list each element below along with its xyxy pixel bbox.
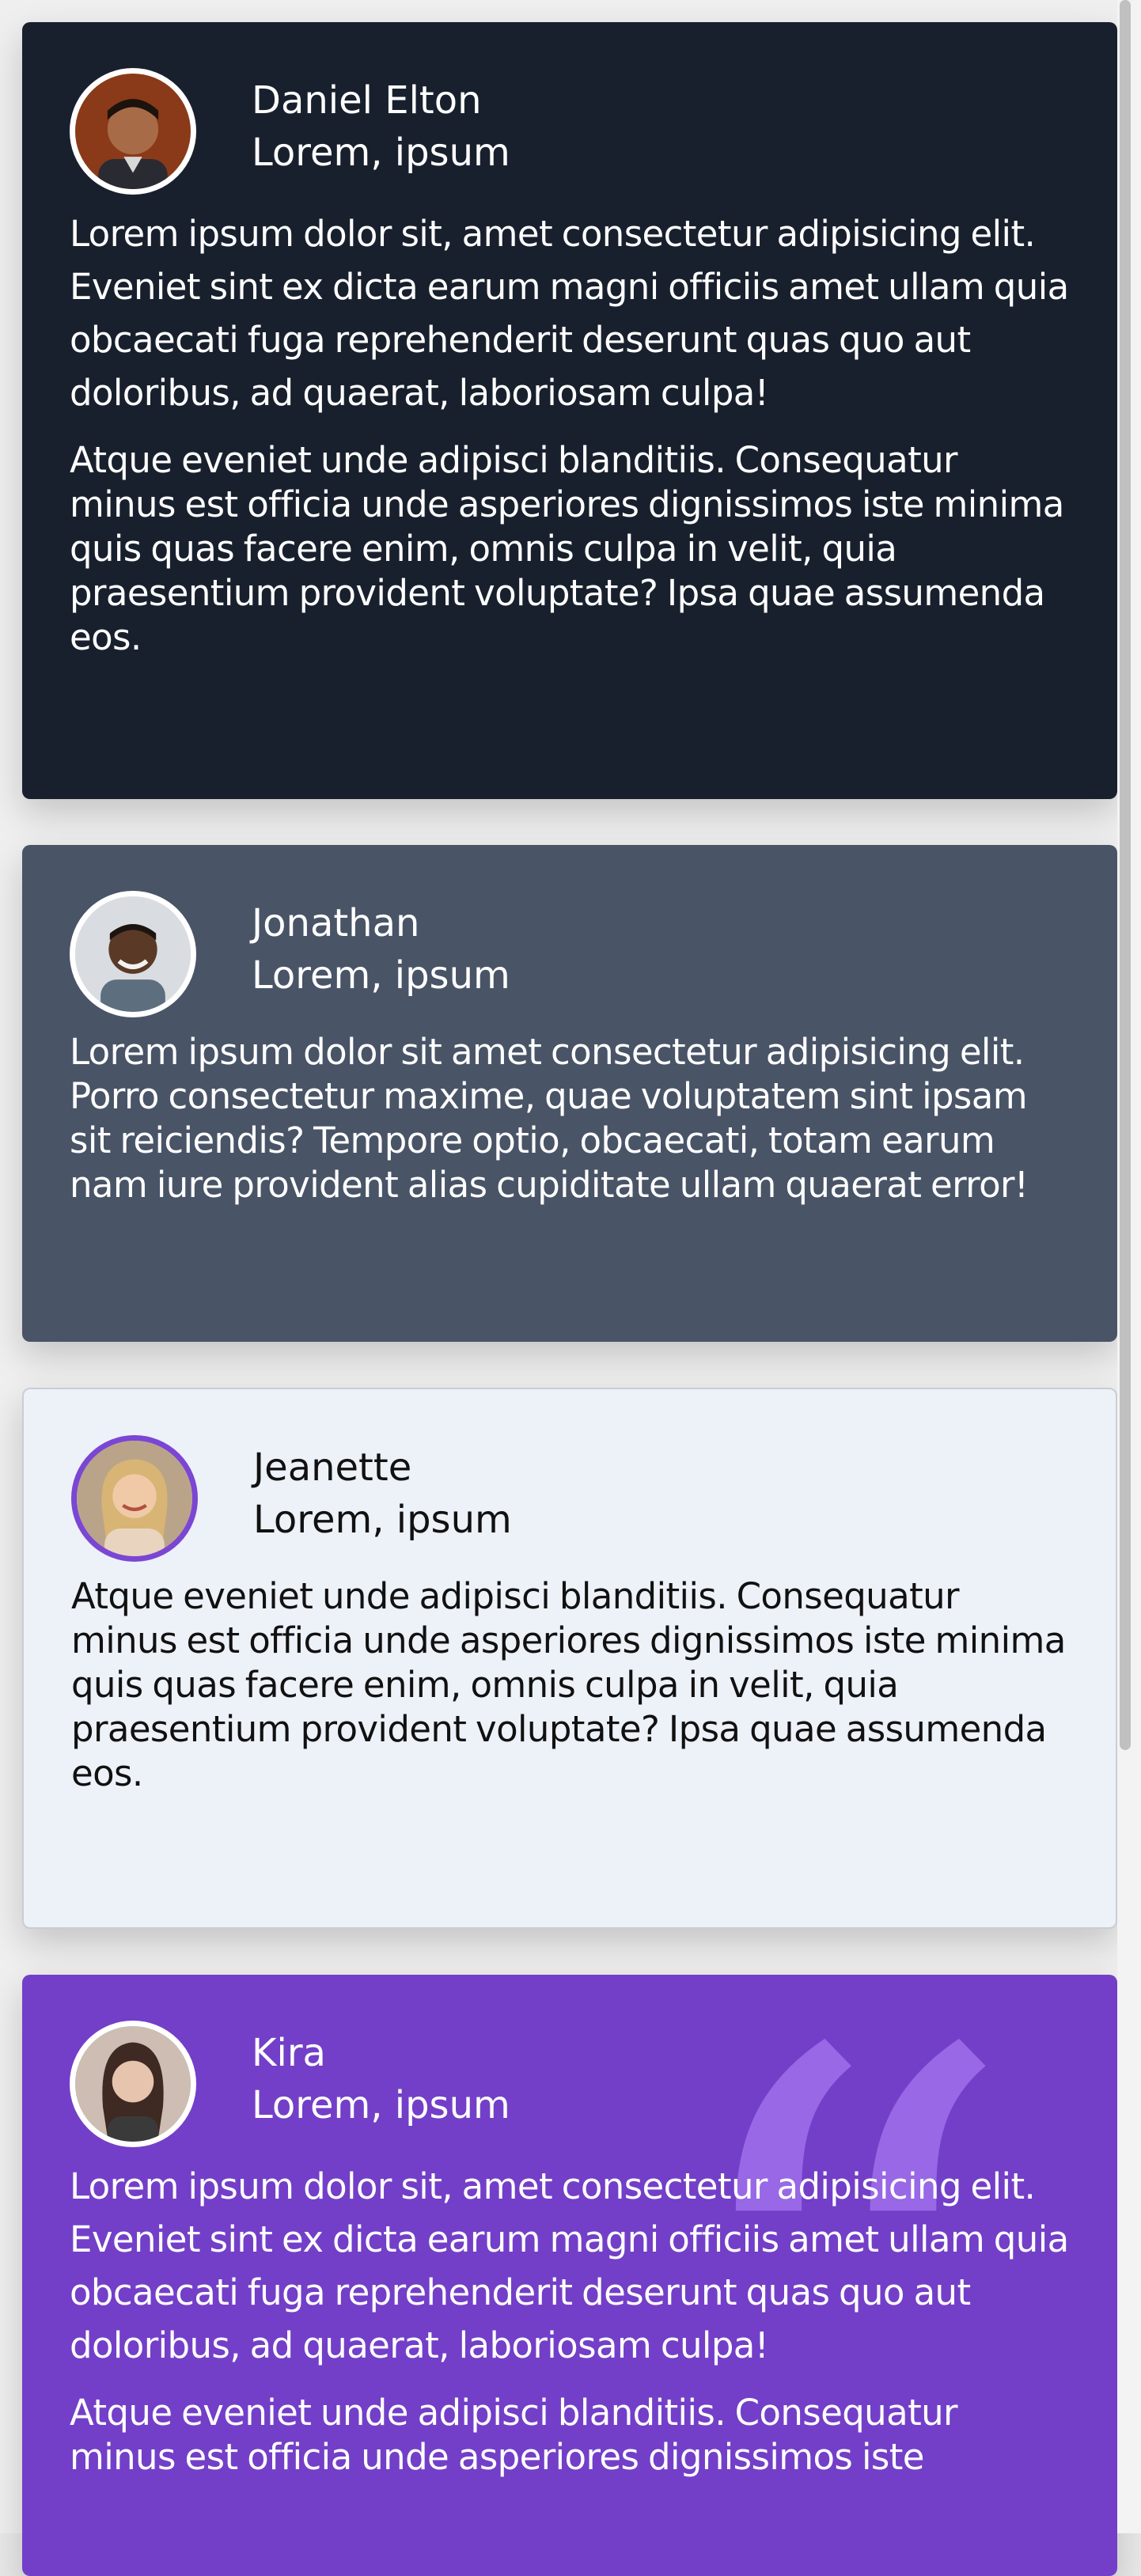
person-role: Lorem, ipsum [252,953,510,998]
person-name: Jeanette [253,1445,412,1490]
person-role: Lorem, ipsum [253,1498,512,1542]
testimonial-header: Jonathan Lorem, ipsum [70,891,1070,1030]
testimonial-header: Jeanette Lorem, ipsum [71,1435,1068,1574]
testimonial-card-jonathan: Jonathan Lorem, ipsum Lorem ipsum dolor … [22,845,1117,1342]
testimonial-header: Kira Lorem, ipsum [70,2021,1070,2160]
testimonial-card-daniel: Daniel Elton Lorem, ipsum Lorem ipsum do… [22,22,1117,799]
scrollbar-thumb[interactable] [1120,0,1131,1750]
testimonial-text: Atque eveniet unde adipisci blanditiis. … [70,439,1064,658]
person-role: Lorem, ipsum [252,131,510,175]
testimonial-header: Daniel Elton Lorem, ipsum [70,68,1070,207]
person-name: Daniel Elton [252,78,482,123]
person-name: Jonathan [252,901,420,945]
testimonial-text: Lorem ipsum dolor sit amet consectetur a… [70,1031,1029,1206]
testimonial-text: Lorem ipsum dolor sit, amet consectetur … [70,213,1069,414]
testimonial-card-jeanette: Jeanette Lorem, ipsum Atque eveniet unde… [22,1388,1117,1929]
person-name: Kira [252,2031,326,2075]
person-role: Lorem, ipsum [252,2083,510,2127]
testimonials-page: Daniel Elton Lorem, ipsum Lorem ipsum do… [0,0,1117,2576]
avatar-kira [70,2021,196,2147]
avatar-daniel [70,68,196,195]
avatar-jonathan [70,891,196,1017]
avatar-jeanette [71,1435,198,1562]
testimonial-text: Lorem ipsum dolor sit, amet consectetur … [70,2165,1069,2366]
testimonial-text: Atque eveniet unde adipisci blanditiis. … [70,2392,958,2478]
testimonial-text: Atque eveniet unde adipisci blanditiis. … [71,1575,1066,1794]
testimonial-card-kira: “ Kira Lorem, ipsum Lorem ipsum dolor si… [22,1975,1117,2576]
